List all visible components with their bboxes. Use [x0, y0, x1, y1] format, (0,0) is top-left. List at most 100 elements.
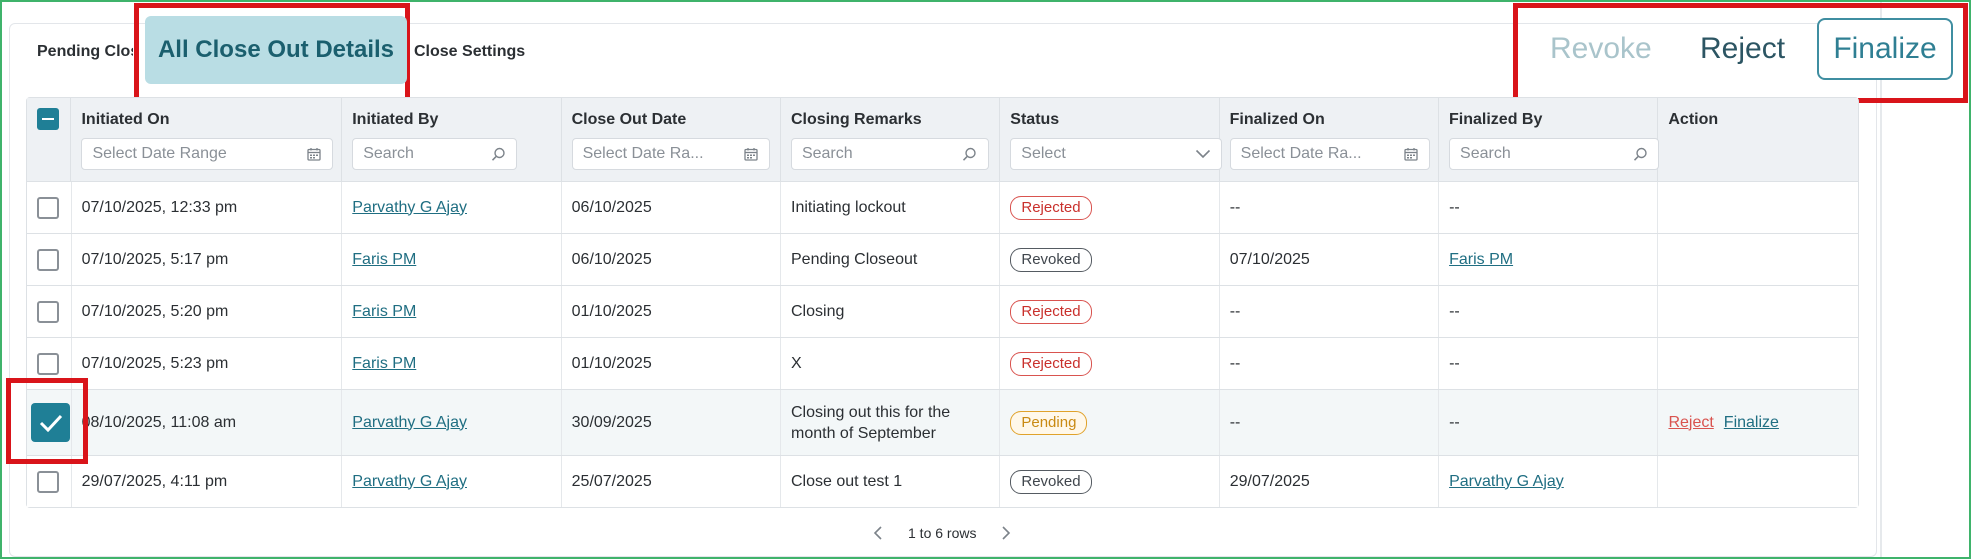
header-select-all-cell: [27, 98, 72, 181]
row-checkbox[interactable]: [37, 300, 59, 323]
initiated-on-text: 07/10/2025, 5:20 pm: [81, 302, 229, 320]
finalized-on-text: --: [1229, 302, 1241, 320]
close-out-date-text: 30/09/2025: [571, 413, 652, 431]
filter-initiated-by[interactable]: Search: [352, 138, 518, 170]
row-reject-link[interactable]: Reject: [1668, 414, 1713, 432]
close-out-date-text: 25/07/2025: [571, 472, 652, 490]
cell-finalized-on: --: [1220, 286, 1440, 337]
filter-status[interactable]: Select: [1010, 138, 1223, 170]
filter-initiated-on[interactable]: Select Date Range: [81, 138, 334, 170]
tab-close-settings[interactable]: Close Settings: [414, 23, 525, 81]
cell-action: [1658, 182, 1858, 233]
initiated-by-link[interactable]: Faris PM: [352, 303, 416, 321]
close-out-date-text: 01/10/2025: [571, 354, 652, 372]
initiated-by-link[interactable]: Parvathy G Ajay: [352, 414, 467, 432]
row-checkbox[interactable]: [37, 248, 59, 271]
close-out-date-text: 01/10/2025: [571, 302, 652, 320]
cell-initiated-on: 29/07/2025, 4:11 pm: [72, 456, 343, 507]
closing-remarks-text: Close out test 1: [791, 473, 903, 490]
cell-initiated-on: 07/10/2025, 12:33 pm: [72, 182, 343, 233]
cell-close-out-date: 06/10/2025: [562, 234, 781, 285]
header-status: Status Select: [1000, 98, 1223, 181]
closing-remarks-text: Pending Closeout: [791, 251, 918, 268]
calendar-icon: [743, 146, 759, 162]
cell-closing-remarks: Close out test 1: [781, 456, 1001, 507]
finalized-on-text: --: [1229, 413, 1241, 431]
tab-active-label: All Close Out Details: [157, 36, 395, 63]
status-badge: Pending: [1010, 410, 1088, 435]
close-out-table: Initiated On Select Date Range Initiated B…: [26, 97, 1859, 508]
search-icon: [1632, 146, 1648, 162]
cell-finalized-by: Parvathy G Ajay: [1439, 456, 1659, 507]
chevron-left-icon[interactable]: [870, 525, 886, 541]
finalized-by-link[interactable]: Faris PM: [1449, 251, 1513, 269]
cell-finalized-on: 07/10/2025: [1220, 234, 1440, 285]
pagination-text: 1 to 6 rows: [908, 525, 977, 541]
cell-initiated-on: 08/10/2025, 11:08 am: [72, 390, 343, 455]
cell-closing-remarks: Closing: [781, 286, 1001, 337]
closing-remarks-text: Closing: [791, 303, 845, 320]
filter-finalized-by[interactable]: Search: [1449, 138, 1660, 170]
cell-finalized-on: 29/07/2025: [1220, 456, 1440, 507]
revoke-button[interactable]: Revoke: [1550, 18, 1652, 80]
calendar-icon: [1403, 146, 1419, 162]
filter-finalized-on[interactable]: Select Date Ra...: [1229, 138, 1430, 170]
selected-row-highlight-box: [6, 378, 88, 464]
cell-initiated-by: Parvathy G Ajay: [342, 182, 562, 233]
column-label-finalized-on: Finalized On: [1229, 111, 1325, 128]
status-badge: Revoked: [1010, 247, 1092, 272]
initiated-by-link[interactable]: Parvathy G Ajay: [352, 199, 467, 217]
header-initiated-by: Initiated By Search: [342, 98, 562, 181]
initiated-by-link[interactable]: Faris PM: [352, 355, 416, 373]
tab-pending-close-out[interactable]: Pending Close Out: [37, 23, 133, 81]
cell-status: Revoked: [1000, 234, 1220, 285]
row-checkbox[interactable]: [37, 196, 59, 219]
cell-finalized-by: --: [1439, 182, 1659, 233]
table-row: 07/10/2025, 5:17 pm Faris PM 06/10/2025 Pen…: [27, 234, 1858, 286]
cell-closing-remarks: Initiating lockout: [781, 182, 1001, 233]
closing-remarks-text: X: [791, 355, 802, 372]
tab-settings-label: Close Settings: [414, 43, 526, 60]
finalized-by-link[interactable]: Parvathy G Ajay: [1449, 473, 1564, 491]
tab-pending-label: Pending Close Out: [37, 43, 133, 60]
initiated-by-link[interactable]: Faris PM: [352, 251, 416, 269]
filter-close-out-date[interactable]: Select Date Ra...: [571, 138, 770, 170]
initiated-on-text: 08/10/2025, 11:08 am: [81, 413, 237, 431]
filter-closing-remarks[interactable]: Search: [790, 138, 989, 170]
column-label-finalized-by: Finalized By: [1449, 111, 1543, 128]
select-all-checkbox[interactable]: [37, 108, 59, 130]
finalize-button[interactable]: Finalize: [1817, 18, 1953, 80]
row-finalize-link[interactable]: Finalize: [1724, 414, 1779, 432]
closing-remarks-text: Initiating lockout: [791, 199, 906, 216]
initiated-by-link[interactable]: Parvathy G Ajay: [352, 473, 467, 491]
cell-initiated-on: 07/10/2025, 5:20 pm: [72, 286, 343, 337]
filter-placeholder-close-out-date: Select Date Ra...: [582, 145, 704, 162]
cell-action: [1658, 234, 1858, 285]
cell-finalized-by: --: [1439, 338, 1659, 389]
column-label-initiated-on: Initiated On: [81, 111, 170, 128]
row-checkbox[interactable]: [37, 352, 59, 375]
header-initiated-on: Initiated On Select Date Range: [71, 98, 343, 181]
table-row: 29/07/2025, 4:11 pm Parvathy G Ajay 25/07/…: [27, 456, 1858, 507]
table-header: Initiated On Select Date Range Initiated B…: [27, 98, 1858, 182]
filter-placeholder-initiated-on: Select Date Range: [92, 145, 227, 162]
chevron-right-icon[interactable]: [998, 525, 1014, 541]
initiated-on-text: 29/07/2025, 4:11 pm: [81, 472, 228, 490]
tab-all-close-out-details[interactable]: All Close Out Details: [145, 16, 407, 84]
header-finalized-by: Finalized By Search: [1439, 98, 1660, 181]
cell-finalized-by: --: [1439, 390, 1659, 455]
reject-button[interactable]: Reject: [1700, 18, 1785, 80]
header-finalized-on: Finalized On Select Date Ra...: [1220, 98, 1440, 181]
header-closing-remarks: Closing Remarks Search: [781, 98, 1001, 181]
cell-closing-remarks: Pending Closeout: [781, 234, 1001, 285]
cell-initiated-on: 07/10/2025, 5:23 pm: [72, 338, 343, 389]
header-close-out-date: Close Out Date Select Date Ra...: [562, 98, 781, 181]
cell-action: [1658, 338, 1858, 389]
cell-initiated-by: Parvathy G Ajay: [342, 456, 562, 507]
cell-finalized-on: --: [1220, 338, 1440, 389]
calendar-icon: [306, 146, 322, 162]
cell-finalized-on: --: [1220, 182, 1440, 233]
finalized-by-text: --: [1449, 354, 1460, 372]
row-checkbox[interactable]: [37, 470, 59, 493]
header-action: Action: [1658, 98, 1858, 181]
